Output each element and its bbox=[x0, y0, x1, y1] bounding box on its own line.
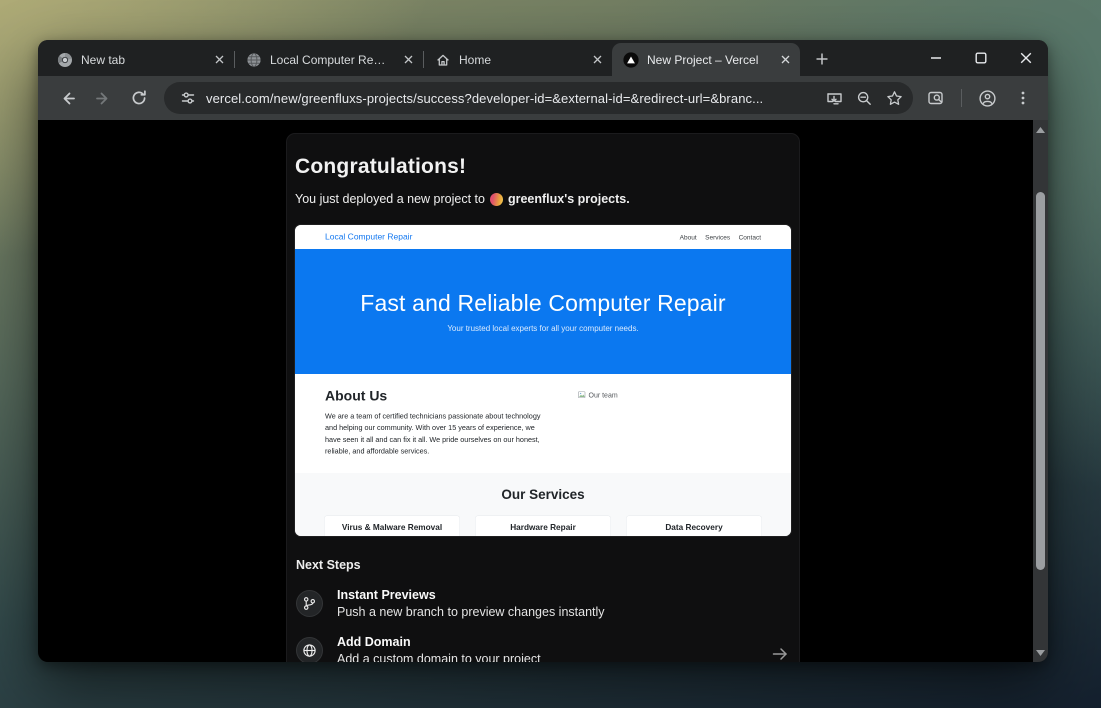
subtitle-text: You just deployed a new project to bbox=[295, 192, 485, 206]
tab-new-project-vercel[interactable]: New Project – Vercel bbox=[612, 43, 800, 76]
page-content: Congratulations! You just deployed a new… bbox=[38, 120, 1048, 662]
tab-title: Local Computer Repair bbox=[270, 53, 391, 67]
scrollbar[interactable] bbox=[1033, 120, 1048, 662]
globe-icon bbox=[296, 637, 323, 662]
close-tab-icon[interactable] bbox=[210, 51, 228, 69]
close-tab-icon[interactable] bbox=[399, 51, 417, 69]
back-icon[interactable] bbox=[50, 81, 84, 115]
tab-new-tab[interactable]: New tab bbox=[46, 43, 234, 76]
next-steps-heading: Next Steps bbox=[295, 558, 791, 572]
service-title: Hardware Repair bbox=[482, 523, 605, 533]
scrollbar-thumb[interactable] bbox=[1036, 192, 1045, 570]
preview-site-nav: About Services Contact bbox=[680, 233, 761, 241]
reload-icon[interactable] bbox=[122, 81, 156, 115]
page-title: Congratulations! bbox=[295, 155, 791, 179]
bookmark-star-icon[interactable] bbox=[879, 84, 909, 112]
step-description: Add a custom domain to your project bbox=[337, 652, 541, 662]
close-button[interactable] bbox=[1003, 40, 1048, 76]
install-icon[interactable] bbox=[819, 84, 849, 112]
nav-link-contact[interactable]: Contact bbox=[739, 233, 761, 241]
address-bar[interactable]: vercel.com/new/greenfluxs-projects/succe… bbox=[164, 82, 913, 114]
step-add-domain[interactable]: Add Domain Add a custom domain to your p… bbox=[295, 635, 791, 662]
step-description: Push a new branch to preview changes ins… bbox=[337, 605, 605, 619]
forward-icon[interactable] bbox=[86, 81, 120, 115]
image-alt-text: Our team bbox=[589, 391, 618, 399]
home-icon bbox=[435, 52, 451, 68]
tab-home[interactable]: Home bbox=[424, 43, 612, 76]
about-paragraph: We are a team of certified technicians p… bbox=[325, 411, 545, 458]
browser-toolbar: vercel.com/new/greenfluxs-projects/succe… bbox=[38, 76, 1048, 120]
service-card-hardware-repair: Hardware Repair We can repair or replace… bbox=[475, 516, 611, 537]
preview-site-header: Local Computer Repair About Services Con… bbox=[295, 225, 791, 249]
service-title: Data Recovery bbox=[633, 523, 756, 533]
new-tab-button[interactable] bbox=[808, 45, 836, 73]
services-heading: Our Services bbox=[295, 487, 791, 503]
tab-strip: New tab Local Computer Repair bbox=[38, 40, 1048, 76]
arrow-right-icon[interactable] bbox=[771, 645, 789, 662]
scroll-up-icon[interactable] bbox=[1033, 122, 1048, 137]
hero-subtitle: Your trusted local experts for all your … bbox=[447, 325, 638, 334]
close-tab-icon[interactable] bbox=[588, 51, 606, 69]
vercel-success-panel: Congratulations! You just deployed a new… bbox=[286, 133, 800, 662]
url-text[interactable]: vercel.com/new/greenfluxs-projects/succe… bbox=[206, 91, 819, 106]
vercel-icon bbox=[623, 52, 639, 68]
preview-services-section: Our Services Virus & Malware Removal We … bbox=[295, 473, 791, 536]
desktop-background: New tab Local Computer Repair bbox=[0, 0, 1101, 708]
tab-title: Home bbox=[459, 53, 580, 67]
scroll-down-icon[interactable] bbox=[1033, 645, 1048, 660]
broken-team-image: Our team bbox=[578, 388, 618, 473]
preview-about-section: About Us We are a team of certified tech… bbox=[295, 374, 791, 473]
service-title: Virus & Malware Removal bbox=[331, 523, 454, 533]
broken-image-icon bbox=[578, 391, 586, 399]
team-avatar bbox=[490, 193, 503, 206]
tab-title: New tab bbox=[81, 53, 202, 67]
search-tabs-icon[interactable] bbox=[919, 81, 953, 115]
service-card-data-recovery: Data Recovery We can help you recover yo… bbox=[626, 516, 762, 537]
preview-hero: Fast and Reliable Computer Repair Your t… bbox=[295, 249, 791, 374]
step-title: Instant Previews bbox=[337, 588, 605, 602]
browser-window: New tab Local Computer Repair bbox=[38, 40, 1048, 662]
profile-icon[interactable] bbox=[970, 81, 1004, 115]
preview-site-title-link[interactable]: Local Computer Repair bbox=[325, 232, 412, 242]
step-title: Add Domain bbox=[337, 635, 541, 649]
tab-local-computer-repair[interactable]: Local Computer Repair bbox=[235, 43, 423, 76]
nav-link-about[interactable]: About bbox=[680, 233, 697, 241]
menu-kebab-icon[interactable] bbox=[1006, 81, 1040, 115]
globe-favicon-icon bbox=[246, 52, 262, 68]
chrome-icon bbox=[57, 52, 73, 68]
close-tab-icon[interactable] bbox=[776, 51, 794, 69]
tab-title: New Project – Vercel bbox=[647, 53, 768, 67]
step-instant-previews[interactable]: Instant Previews Push a new branch to pr… bbox=[295, 588, 791, 619]
minimize-button[interactable] bbox=[913, 40, 958, 76]
site-info-icon[interactable] bbox=[176, 84, 200, 112]
window-controls bbox=[913, 40, 1048, 76]
nav-link-services[interactable]: Services bbox=[705, 233, 730, 241]
team-name: greenflux's projects. bbox=[508, 192, 630, 206]
deploy-subtitle: You just deployed a new project to green… bbox=[295, 192, 791, 206]
git-branch-icon bbox=[296, 590, 323, 617]
zoom-out-icon[interactable] bbox=[849, 84, 879, 112]
toolbar-divider bbox=[961, 89, 962, 107]
maximize-button[interactable] bbox=[958, 40, 1003, 76]
about-heading: About Us bbox=[325, 388, 545, 404]
hero-title: Fast and Reliable Computer Repair bbox=[360, 290, 725, 317]
service-card-virus-malware: Virus & Malware Removal We will clean yo… bbox=[324, 516, 460, 537]
deployment-preview[interactable]: Local Computer Repair About Services Con… bbox=[295, 225, 791, 536]
